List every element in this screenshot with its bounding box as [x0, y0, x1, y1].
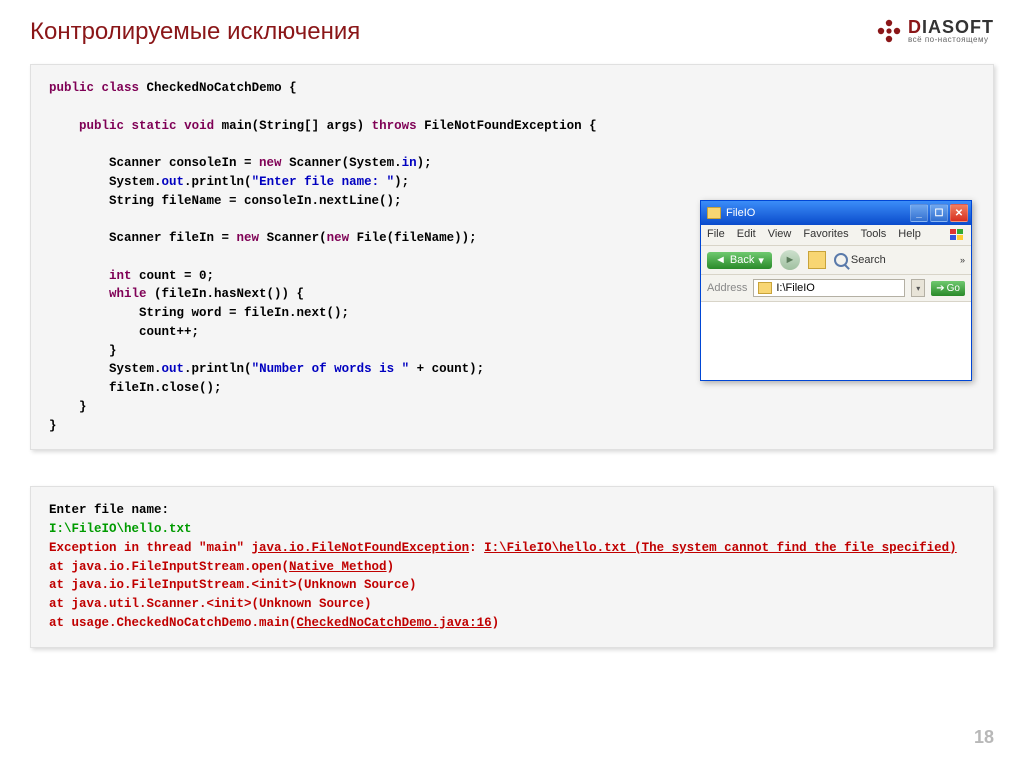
folder-icon: [758, 282, 772, 294]
logo-name: DIASOFT: [908, 18, 994, 36]
toolbar: ◄ Back ▾ ► Search »: [701, 246, 971, 275]
window-titlebar[interactable]: FileIO _ ☐ ✕: [701, 201, 971, 225]
go-button[interactable]: ➔ Go: [931, 281, 965, 296]
slide-title: Контролируемые исключения: [30, 18, 360, 46]
explorer-window: FileIO _ ☐ ✕ File Edit View Favorites To…: [700, 200, 972, 381]
explorer-content[interactable]: [701, 302, 971, 380]
minimize-button[interactable]: _: [910, 204, 928, 222]
logo: DIASOFT всё по-настоящему: [876, 18, 994, 44]
toolbar-overflow[interactable]: »: [960, 255, 965, 265]
address-field[interactable]: I:\FileIO: [753, 279, 905, 297]
console-output: Enter file name: I:\FileIO\hello.txt Exc…: [30, 486, 994, 647]
menu-edit[interactable]: Edit: [737, 228, 756, 242]
forward-button[interactable]: ►: [780, 250, 800, 270]
search-icon: [834, 253, 848, 267]
windows-flag-icon: [949, 228, 965, 242]
page-number: 18: [974, 727, 994, 748]
menu-bar: File Edit View Favorites Tools Help: [701, 225, 971, 246]
window-title: FileIO: [726, 207, 905, 219]
menu-file[interactable]: File: [707, 228, 725, 242]
address-bar: Address I:\FileIO ▾ ➔ Go: [701, 275, 971, 302]
menu-favorites[interactable]: Favorites: [803, 228, 848, 242]
menu-view[interactable]: View: [768, 228, 792, 242]
address-dropdown[interactable]: ▾: [911, 279, 925, 297]
maximize-button[interactable]: ☐: [930, 204, 948, 222]
address-label: Address: [707, 282, 747, 294]
menu-help[interactable]: Help: [898, 228, 921, 242]
search-button[interactable]: Search: [834, 253, 886, 267]
menu-tools[interactable]: Tools: [861, 228, 887, 242]
folder-icon: [707, 207, 721, 219]
address-value: I:\FileIO: [776, 282, 815, 294]
back-button[interactable]: ◄ Back ▾: [707, 252, 772, 269]
logo-tagline: всё по-настоящему: [908, 36, 994, 44]
logo-icon: [876, 18, 902, 44]
up-button[interactable]: [808, 251, 826, 269]
close-button[interactable]: ✕: [950, 204, 968, 222]
